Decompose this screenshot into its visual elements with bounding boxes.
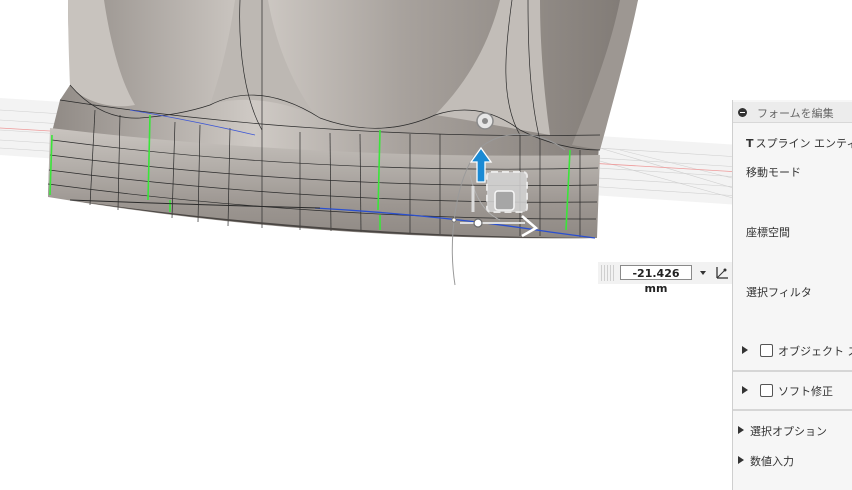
axis-icon[interactable] <box>713 264 731 282</box>
edit-form-panel: フォームを編集 T スプライン エンティ 移動モード 座標空間 選択フィルタ オブ… <box>732 100 852 490</box>
drag-grip-icon[interactable] <box>601 265 615 281</box>
panel-header[interactable]: フォームを編集 <box>733 102 852 123</box>
3d-viewport[interactable] <box>0 0 852 490</box>
triangle-right-icon[interactable] <box>742 346 748 354</box>
spline-entity-row: T スプライン エンティ <box>746 135 852 151</box>
soft-modification-label: ソフト修正 <box>778 385 833 398</box>
collapse-icon[interactable] <box>738 108 747 117</box>
selection-filter-label: 選択フィルタ <box>746 286 812 299</box>
triangle-right-icon[interactable] <box>738 456 744 464</box>
divider <box>733 370 852 372</box>
numeric-input-label: 数値入力 <box>750 455 794 468</box>
crown-model[interactable] <box>47 0 638 239</box>
object-section-label: オブジェクト ス <box>778 345 852 358</box>
move-mode-label: 移動モード <box>746 166 801 179</box>
selection-options-label: 選択オプション <box>750 425 827 438</box>
triangle-right-icon[interactable] <box>742 386 748 394</box>
spline-entity-label: スプライン エンティ <box>755 137 852 150</box>
checkbox-icon[interactable] <box>760 384 773 397</box>
divider <box>733 409 852 411</box>
panel-title: フォームを編集 <box>757 107 834 120</box>
coordinate-space-label: 座標空間 <box>746 226 790 239</box>
spline-type-prefix: T <box>746 137 754 150</box>
checkbox-icon[interactable] <box>760 344 773 357</box>
dimension-input[interactable]: -21.426 mm <box>620 265 692 295</box>
triangle-right-icon[interactable] <box>738 426 744 434</box>
dropdown-arrow-icon[interactable] <box>700 271 706 275</box>
